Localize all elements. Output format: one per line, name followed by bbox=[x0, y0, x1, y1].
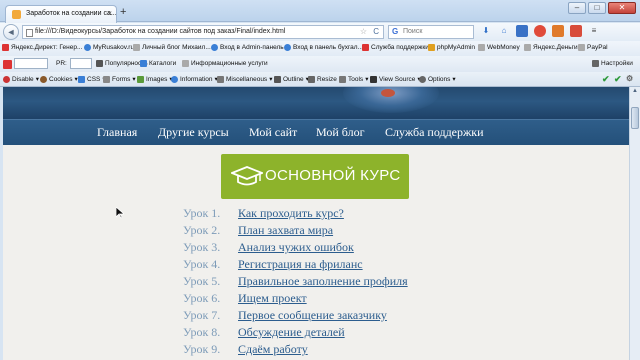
close-window-button[interactable]: ✕ bbox=[608, 2, 636, 14]
bookmark-item[interactable]: phpMyAdmin bbox=[428, 44, 475, 51]
menu-icon[interactable]: ≡ bbox=[588, 25, 600, 37]
lesson-number: Урок 7. bbox=[183, 308, 221, 322]
lesson-link[interactable]: Регистрация на фриланс bbox=[238, 257, 363, 272]
pagerank-label: PR: bbox=[56, 60, 67, 67]
lesson-number: Урок 3. bbox=[183, 240, 221, 254]
main-course-button[interactable]: ОСНОВНОЙ КУРС bbox=[221, 154, 409, 199]
address-bar[interactable]: file:///D:/Видеокурсы/Заработок на созда… bbox=[22, 25, 384, 39]
main-course-label: ОСНОВНОЙ КУРС bbox=[265, 167, 401, 184]
bookmarks-bar: Яндекс.Директ: Генер... MyRusakov.ru Лич… bbox=[0, 41, 640, 56]
bookmark-item[interactable]: Вход в Admin-панель bbox=[211, 44, 284, 51]
maximize-button[interactable]: □ bbox=[588, 2, 606, 14]
webdev-information[interactable]: Information▾ bbox=[171, 75, 218, 83]
webdev-toolbar: Disable▾ Cookies▾ CSS▾ Forms▾ Images▾ In… bbox=[0, 72, 640, 87]
navbar-icons: ⬇ ⌂ ≡ bbox=[480, 25, 600, 37]
search-placeholder: Поиск bbox=[403, 28, 423, 35]
bookmark-item[interactable]: Вход в панель бухгал... bbox=[284, 44, 363, 51]
menu-item-my-site[interactable]: Мой сайт bbox=[249, 125, 297, 140]
bookmark-item[interactable]: WebMoney bbox=[478, 44, 520, 51]
search-input[interactable]: G Поиск bbox=[388, 25, 474, 39]
seo-toolbar: PR: Популярность Каталоги Информационные… bbox=[0, 56, 640, 72]
browser-tab[interactable]: Заработок на создании са... × bbox=[5, 5, 117, 23]
lesson-link[interactable]: Ищем проект bbox=[238, 291, 307, 306]
search-engine-icon[interactable]: G bbox=[392, 27, 398, 36]
lesson-number: Урок 9. bbox=[183, 342, 221, 356]
webdev-resize[interactable]: Resize▾ bbox=[308, 75, 342, 83]
address-text: file:///D:/Видеокурсы/Заработок на созда… bbox=[35, 28, 286, 35]
site-nav-menu: Главная Другие курсы Мой сайт Мой блог С… bbox=[3, 119, 629, 145]
webdev-forms[interactable]: Forms ▾ bbox=[103, 75, 136, 83]
download-icon[interactable]: ⬇ bbox=[480, 25, 492, 37]
bookmark-item[interactable]: Личный блог Михаил... bbox=[133, 44, 211, 51]
navigation-bar: ◄ file:///D:/Видеокурсы/Заработок на соз… bbox=[0, 23, 640, 41]
lesson-link[interactable]: Анализ чужих ошибок bbox=[238, 240, 354, 255]
bookmark-item[interactable]: Яндекс.Деньги bbox=[524, 44, 578, 51]
graduation-cap-icon bbox=[231, 166, 263, 186]
adblock-icon[interactable] bbox=[534, 25, 546, 37]
lesson-link[interactable]: Первое сообщение заказчику bbox=[238, 308, 387, 323]
lesson-link[interactable]: Правильное заполнение профиля bbox=[238, 274, 408, 289]
reload-icon[interactable]: C bbox=[373, 27, 379, 36]
menu-item-my-blog[interactable]: Мой блог bbox=[316, 125, 365, 140]
page-viewport: Главная Другие курсы Мой сайт Мой блог С… bbox=[3, 87, 629, 360]
page-favicon-icon bbox=[12, 10, 21, 19]
lesson-link[interactable]: Сдаём работу bbox=[238, 342, 308, 357]
webdev-css[interactable]: CSS▾ bbox=[78, 75, 106, 83]
site-header-image bbox=[3, 87, 629, 119]
lesson-link[interactable]: Как проходить курс? bbox=[238, 206, 344, 221]
checkmark-icon: ✔ bbox=[614, 74, 622, 84]
menu-item-support[interactable]: Служба поддержки bbox=[385, 125, 484, 140]
toolbar-config-icon[interactable]: ⚙ bbox=[626, 74, 633, 83]
bookmark-item[interactable]: Служба поддержки bbox=[362, 44, 429, 51]
toolbar-settings[interactable]: Настройки bbox=[592, 60, 633, 67]
file-icon bbox=[26, 29, 33, 37]
browser-window: Заработок на создании са... × + – □ ✕ ◄ … bbox=[0, 0, 640, 360]
scroll-thumb[interactable] bbox=[631, 107, 639, 129]
lesson-number: Урок 5. bbox=[183, 274, 221, 288]
toolbar-info-services[interactable]: Информационные услуги bbox=[182, 60, 268, 67]
lesson-number: Урок 8. bbox=[183, 325, 221, 339]
webdev-cookies[interactable]: Cookies ▾ bbox=[40, 75, 78, 83]
yandex-counter bbox=[14, 58, 48, 69]
new-tab-button[interactable]: + bbox=[120, 6, 126, 18]
webdev-view-source[interactable]: View Source▾ bbox=[370, 75, 421, 83]
webdev-miscellaneous[interactable]: Miscellaneous ▾ bbox=[217, 75, 272, 83]
checkmark-icon: ✔ bbox=[602, 74, 610, 84]
page-scrollbar[interactable]: ▲ bbox=[629, 87, 640, 360]
window-controls: – □ ✕ bbox=[568, 2, 636, 14]
lesson-number: Урок 1. bbox=[183, 206, 221, 220]
webdev-tools[interactable]: Tools ▾ bbox=[339, 75, 368, 83]
webdev-options[interactable]: Options ▾ bbox=[419, 75, 456, 83]
pagerank-box bbox=[70, 58, 92, 69]
tab-close-icon[interactable]: × bbox=[107, 9, 112, 18]
extension-icon[interactable] bbox=[570, 25, 582, 37]
bookmark-star-icon[interactable]: ☆ bbox=[360, 27, 367, 36]
firebug-icon[interactable] bbox=[552, 25, 564, 37]
webdev-outline[interactable]: Outline▾ bbox=[274, 75, 309, 83]
minimize-button[interactable]: – bbox=[568, 2, 586, 14]
mouse-cursor-icon bbox=[116, 207, 124, 219]
lesson-number: Урок 4. bbox=[183, 257, 221, 271]
menu-item-other-courses[interactable]: Другие курсы bbox=[158, 125, 229, 140]
bookmark-item[interactable]: PayPal bbox=[578, 44, 608, 51]
header-logo-fragment bbox=[381, 89, 395, 97]
menu-item-home[interactable]: Главная bbox=[97, 125, 137, 140]
tab-bar: Заработок на создании са... × + – □ ✕ bbox=[0, 0, 640, 23]
lesson-link[interactable]: План захвата мира bbox=[238, 223, 333, 238]
webdev-images[interactable]: Images▾ bbox=[137, 75, 173, 83]
webdev-disable[interactable]: Disable ▾ bbox=[3, 75, 39, 83]
back-button[interactable]: ◄ bbox=[3, 24, 19, 40]
bookmark-item[interactable]: Яндекс.Директ: Генер... bbox=[2, 44, 82, 51]
home-icon[interactable]: ⌂ bbox=[498, 25, 510, 37]
tab-title: Заработок на создании са... bbox=[26, 10, 117, 17]
scroll-up-icon[interactable]: ▲ bbox=[631, 88, 639, 96]
bookmark-item[interactable]: MyRusakov.ru bbox=[84, 44, 134, 51]
lesson-number: Урок 2. bbox=[183, 223, 221, 237]
addon-icon[interactable] bbox=[516, 25, 528, 37]
lesson-number: Урок 6. bbox=[183, 291, 221, 305]
toolbar-catalogs[interactable]: Каталоги bbox=[140, 60, 176, 67]
yandex-icon[interactable] bbox=[3, 60, 12, 69]
lesson-link[interactable]: Обсуждение деталей bbox=[238, 325, 345, 340]
